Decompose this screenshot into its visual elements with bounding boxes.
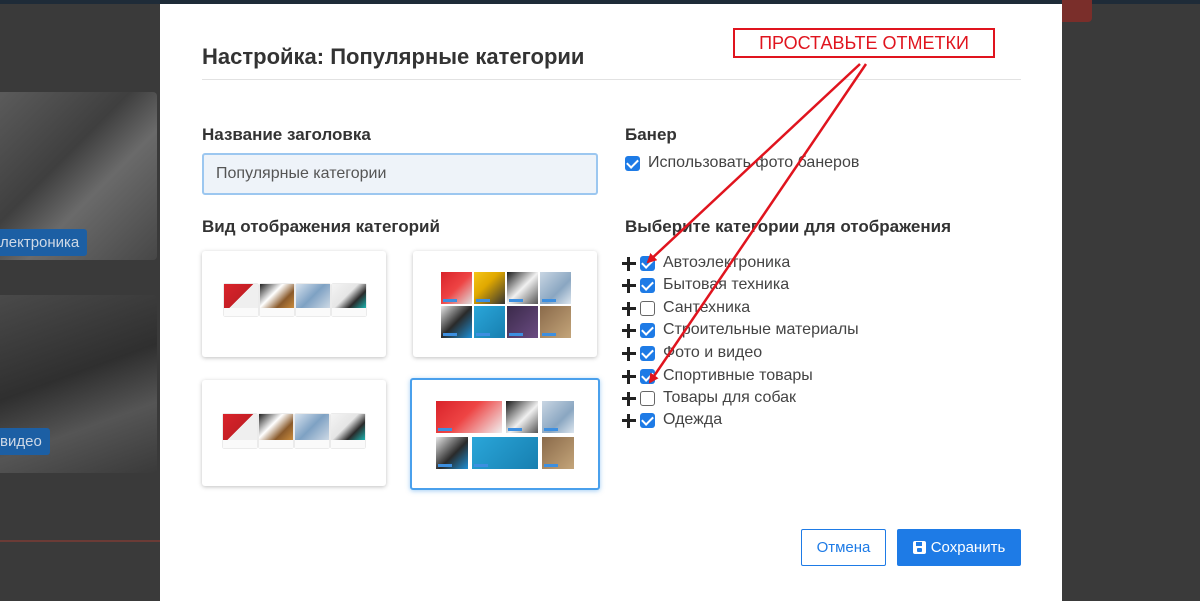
expand-plus-icon[interactable] <box>622 347 636 361</box>
expand-plus-icon[interactable] <box>622 370 636 384</box>
display-mode-option-row-small[interactable] <box>202 251 386 357</box>
category-label: Фото и видео <box>663 344 763 361</box>
category-item-plumbing: Сантехника <box>622 299 962 321</box>
display-mode-option-grid-mixed[interactable] <box>410 378 600 490</box>
layout-preview <box>224 284 366 316</box>
category-item-dog-supplies: Товары для собак <box>622 389 962 411</box>
layout-preview <box>436 401 574 469</box>
background-header-button <box>1062 0 1092 22</box>
category-checkbox[interactable] <box>640 278 655 293</box>
heading-field-label: Название заголовка <box>202 125 371 144</box>
category-item-appliances: Бытовая техника <box>622 276 962 298</box>
use-photo-banners-label: Использовать фото банеров <box>648 154 860 171</box>
category-label: Строительные материалы <box>663 321 859 338</box>
layout-preview <box>223 414 365 448</box>
category-checkbox[interactable] <box>640 256 655 271</box>
expand-plus-icon[interactable] <box>622 414 636 428</box>
category-item-sports: Спортивные товары <box>622 367 962 389</box>
category-item-clothing: Одежда <box>622 411 962 433</box>
annotation-callout: ПРОСТАВЬТЕ ОТМЕТКИ <box>733 28 995 58</box>
category-checkbox[interactable] <box>640 346 655 361</box>
floppy-disk-icon <box>912 541 926 554</box>
category-checkbox[interactable] <box>640 413 655 428</box>
expand-plus-icon[interactable] <box>622 324 636 338</box>
category-label: Товары для собак <box>663 389 797 406</box>
modal-title: Настройка: Популярные категории <box>202 44 585 69</box>
category-label: Одежда <box>663 411 723 428</box>
category-checkbox[interactable] <box>640 323 655 338</box>
category-checkbox[interactable] <box>640 391 655 406</box>
display-mode-option-grid[interactable] <box>413 251 597 357</box>
expand-plus-icon[interactable] <box>622 257 636 271</box>
settings-modal: Настройка: Популярные категории Название… <box>160 4 1062 601</box>
layout-preview <box>441 272 571 338</box>
title-divider <box>202 79 1021 80</box>
banner-section-label: Банер <box>625 125 677 144</box>
display-mode-option-row-medium[interactable] <box>202 380 386 486</box>
display-mode-label: Вид отображения категорий <box>202 217 440 236</box>
category-item-building-materials: Строительные материалы <box>622 321 962 343</box>
categories-section-label: Выберите категории для отображения <box>625 217 952 236</box>
category-item-autoelectronics: Автоэлектроника <box>622 254 962 276</box>
category-checkbox[interactable] <box>640 301 655 316</box>
expand-plus-icon[interactable] <box>622 302 636 316</box>
category-label: Автоэлектроника <box>663 254 791 271</box>
background-tile-badge: видео <box>0 428 50 455</box>
expand-plus-icon[interactable] <box>622 392 636 406</box>
category-label: Спортивные товары <box>663 367 813 384</box>
use-photo-banners-checkbox[interactable] <box>625 156 640 171</box>
expand-plus-icon[interactable] <box>622 279 636 293</box>
cancel-button[interactable]: Отмена <box>801 529 886 566</box>
category-label: Сантехника <box>663 299 751 316</box>
category-checkbox[interactable] <box>640 369 655 384</box>
category-item-photo-video: Фото и видео <box>622 344 962 366</box>
background-divider <box>0 540 160 542</box>
save-button-label: Сохранить <box>930 539 1006 556</box>
heading-title-input[interactable] <box>202 153 598 195</box>
save-button[interactable]: Сохранить <box>897 529 1021 566</box>
background-right-panel <box>1062 4 1200 601</box>
category-label: Бытовая техника <box>663 276 790 293</box>
background-tile-badge: лектроника <box>0 229 88 256</box>
